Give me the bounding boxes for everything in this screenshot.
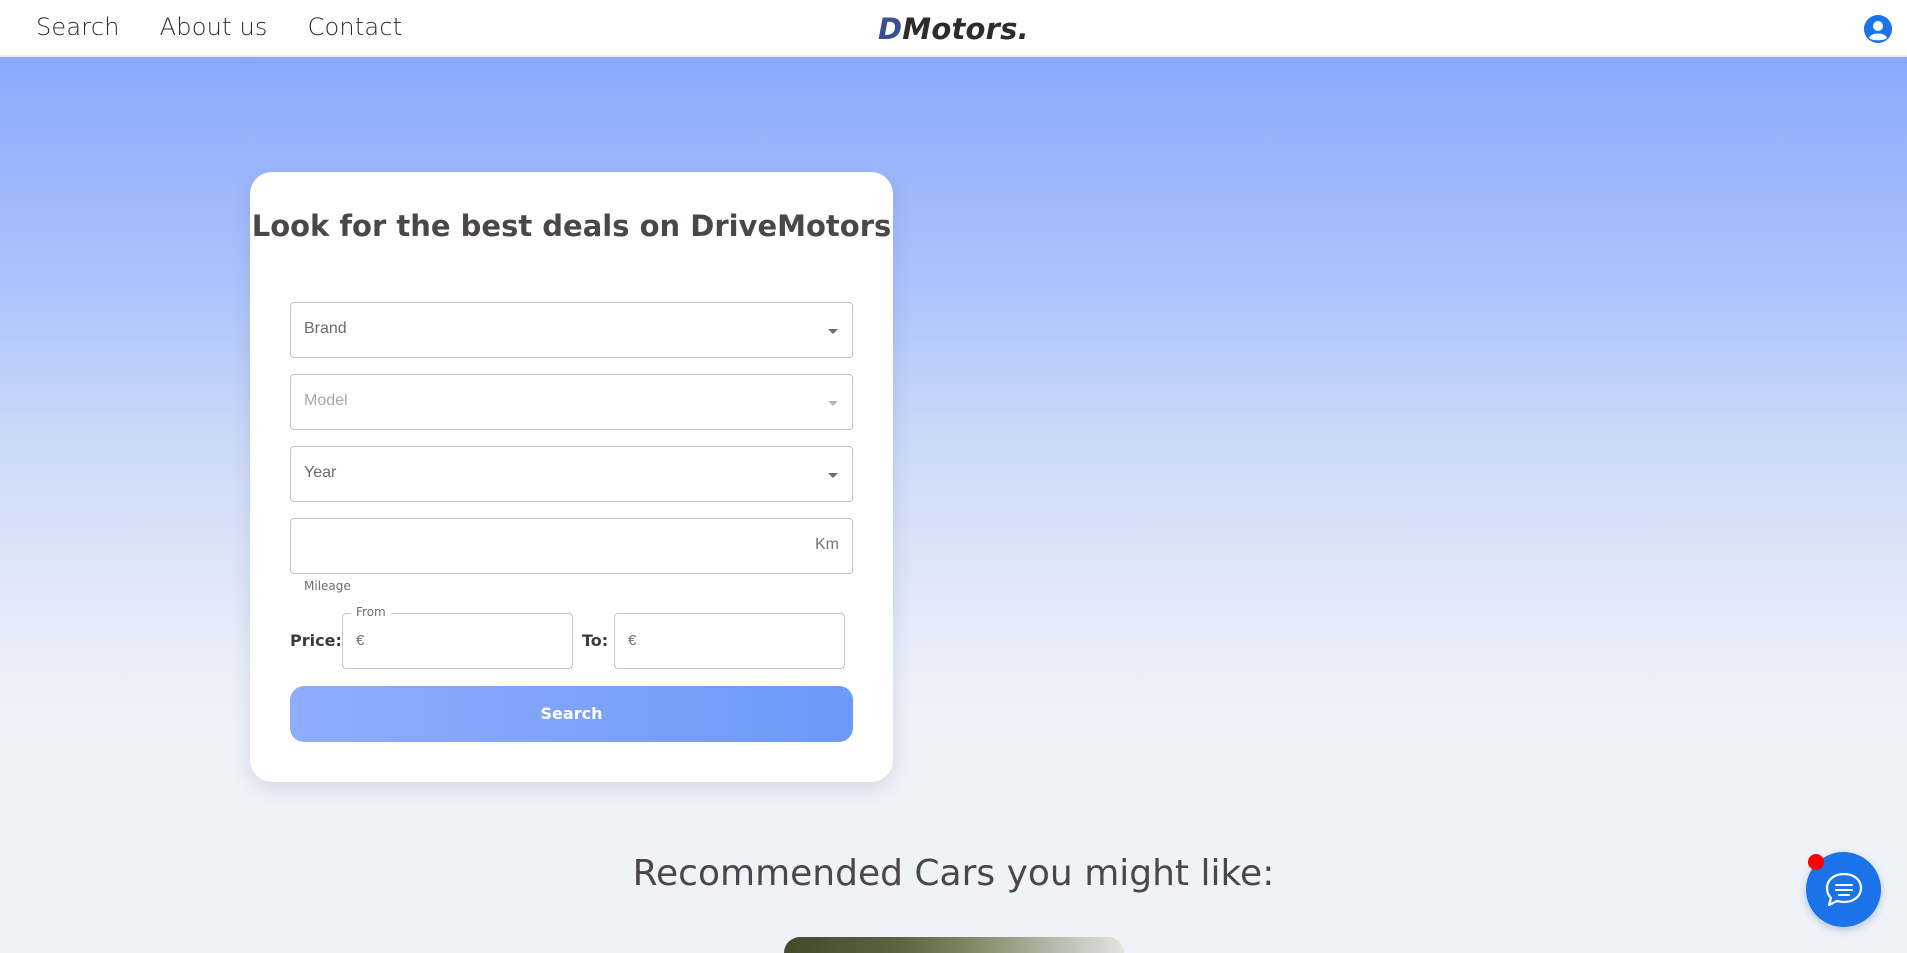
nav-link-contact[interactable]: Contact [308,13,403,41]
site-logo[interactable]: D Motors. [878,12,1029,46]
logo-mark: D [878,12,903,46]
search-card-title: Look for the best deals on DriveMotors [251,209,892,243]
search-card: Look for the best deals on DriveMotors B… [250,172,893,782]
recommended-cars-heading: Recommended Cars you might like: [632,853,1275,894]
mileage-helper-text: Mileage [304,579,351,593]
price-from-legend: From [351,605,391,619]
chevron-down-icon [828,329,838,334]
user-profile-icon[interactable] [1864,15,1892,43]
mileage-unit: Km [815,536,839,553]
logo-text: Motors. [902,12,1029,46]
currency-symbol: € [356,632,365,649]
model-select[interactable]: Model [290,374,853,430]
chevron-down-icon [828,473,838,478]
notification-dot [1808,854,1824,870]
chevron-down-icon [828,401,838,406]
top-navigation-bar: Search About us Contact D Motors. [0,0,1907,57]
nav-link-search[interactable]: Search [36,13,120,41]
model-select-label: Model [304,392,348,409]
price-label: Price: [290,631,342,650]
chat-bubble-icon [1825,872,1863,907]
year-select-label: Year [304,464,337,481]
currency-symbol: € [628,632,637,649]
price-from-input[interactable]: From € [342,605,573,669]
search-button[interactable]: Search [290,686,853,742]
price-to-input[interactable]: € [614,613,845,669]
brand-select[interactable]: Brand [290,302,853,358]
price-to-label: To: [582,631,609,650]
hero-section: Look for the best deals on DriveMotors B… [0,57,1907,782]
recommended-car-image[interactable] [784,937,1124,953]
nav-links: Search About us Contact [36,13,402,41]
brand-select-label: Brand [304,320,347,337]
year-select[interactable]: Year [290,446,853,502]
nav-link-about-us[interactable]: About us [160,13,268,41]
mileage-input[interactable]: Km [290,518,853,574]
